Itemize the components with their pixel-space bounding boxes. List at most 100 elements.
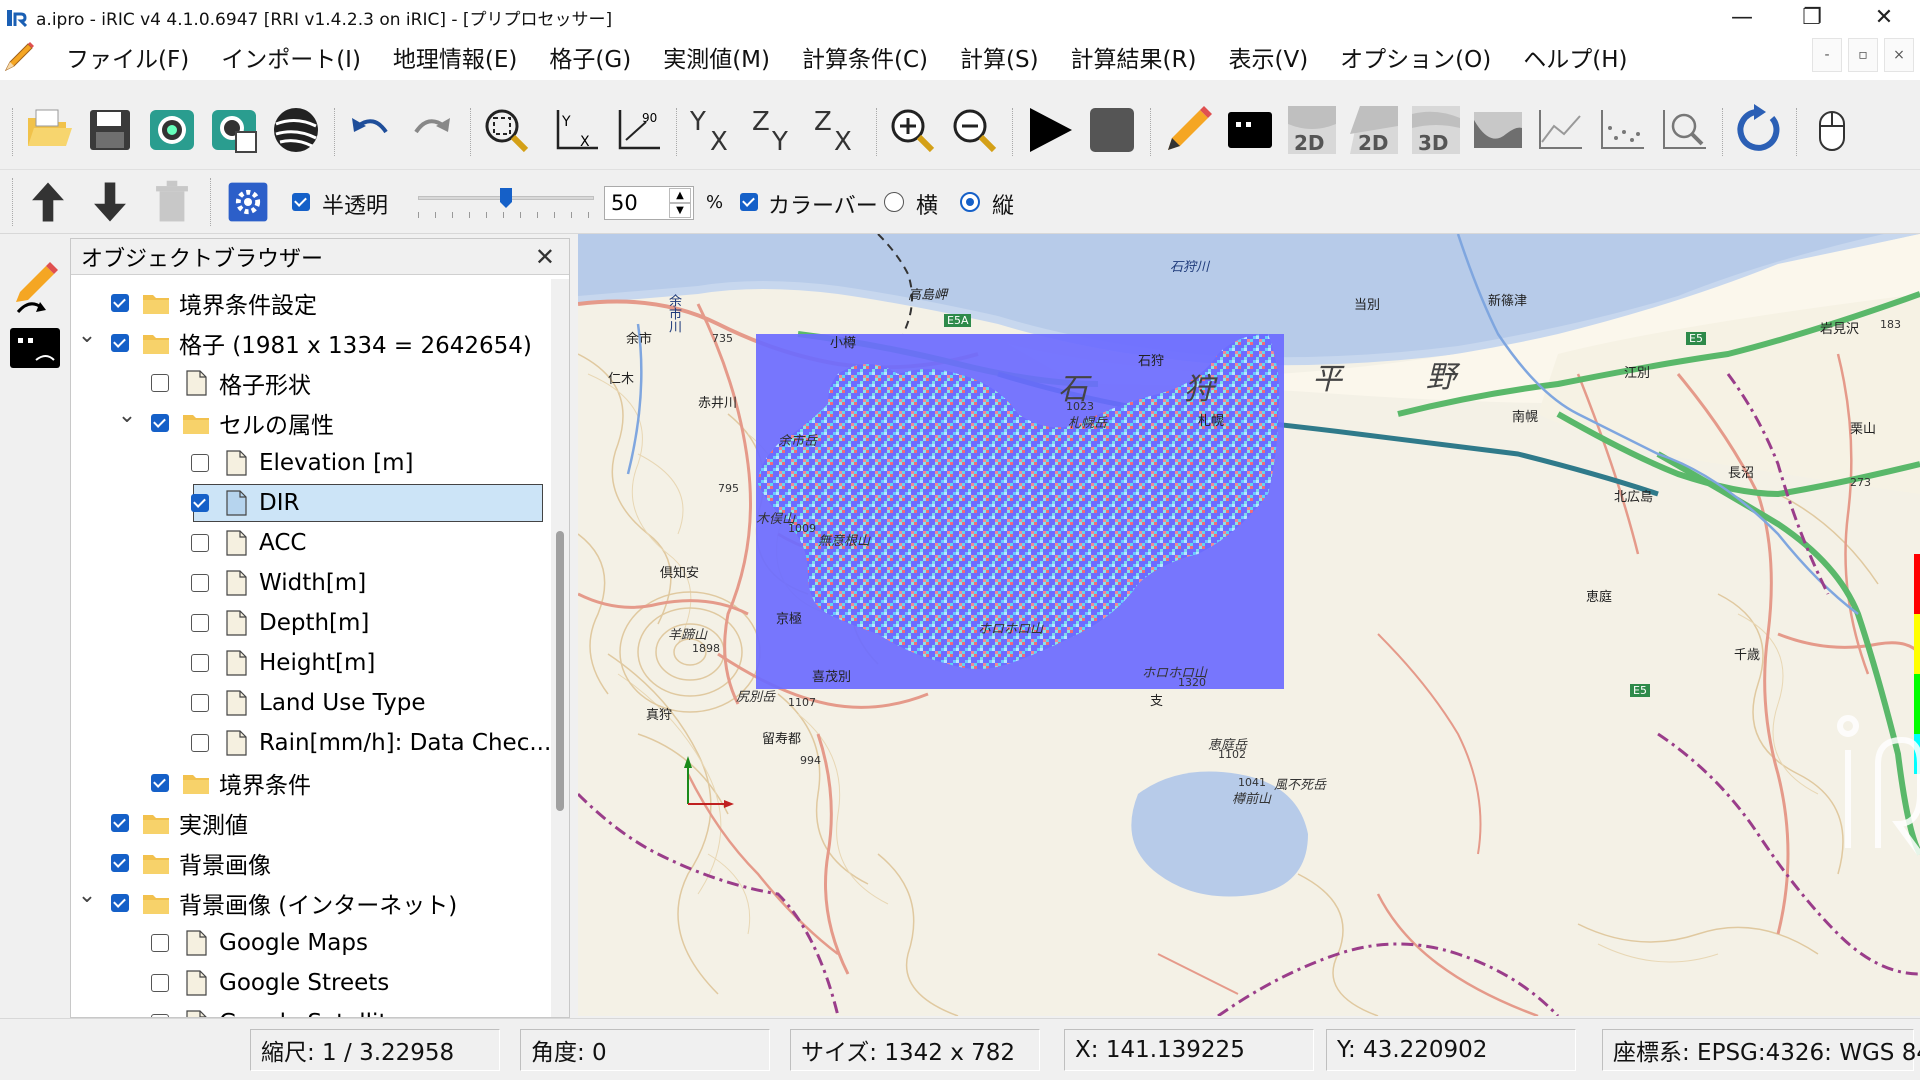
menu-measured[interactable]: 実測値(M)	[663, 40, 770, 74]
axis-yx-button[interactable]: YX	[548, 102, 604, 158]
object-browser-close-button[interactable]: ✕	[535, 243, 555, 271]
edit-tool-button[interactable]	[8, 262, 62, 316]
tree-item[interactable]: 格子形状	[71, 363, 551, 403]
zoom-in-button[interactable]	[884, 102, 940, 158]
tree-item[interactable]: 境界条件	[71, 763, 551, 803]
snapshot-continuous-button[interactable]	[206, 102, 262, 158]
tree-item-checkbox[interactable]	[151, 974, 169, 992]
tree-item[interactable]: Google Maps	[71, 923, 551, 963]
view-zy-button[interactable]: ZY	[748, 102, 804, 158]
tree-item[interactable]: Land Use Type	[71, 683, 551, 723]
tree-item-checkbox[interactable]	[111, 854, 129, 872]
colorbar-checkbox[interactable]	[740, 193, 758, 211]
tree-item-checkbox[interactable]	[111, 894, 129, 912]
tree-item-checkbox[interactable]	[191, 694, 209, 712]
close-button[interactable]: ✕	[1854, 0, 1914, 34]
tree-item[interactable]: Google Satellite	[71, 1003, 551, 1017]
view-zx-button[interactable]: ZX	[810, 102, 866, 158]
transparency-checkbox[interactable]	[292, 193, 310, 211]
tree-item[interactable]: 境界条件設定	[71, 283, 551, 323]
view-2d-bird-button[interactable]: 2D	[1346, 102, 1402, 158]
tree-item-checkbox[interactable]	[151, 934, 169, 952]
move-up-button[interactable]	[22, 176, 74, 228]
slider-thumb[interactable]	[500, 188, 512, 208]
tree-item[interactable]: ACC	[71, 523, 551, 563]
menu-geodata[interactable]: 地理情報(E)	[393, 40, 517, 74]
console-tool-button[interactable]	[8, 326, 62, 372]
graph-line-button[interactable]	[1532, 102, 1588, 158]
rotate-90-button[interactable]: 90	[610, 102, 666, 158]
mouse-help-button[interactable]	[1804, 102, 1860, 158]
horizontal-radio[interactable]	[884, 192, 904, 212]
map-view[interactable]: 石狩川 高島岬 余市川 余市 小樽 仁木 石狩 石 狩 平 野 当別 新篠津 岩…	[578, 234, 1920, 1016]
tree-item-checkbox[interactable]	[151, 1014, 169, 1017]
expand-toggle-icon[interactable]: ⌄	[77, 323, 97, 348]
spin-up-button[interactable]: ▲	[669, 188, 691, 203]
tree-item[interactable]: ⌄ 格子 (1981 x 1334 = 2642654)	[71, 323, 551, 363]
open-button[interactable]	[20, 102, 76, 158]
tree-item[interactable]: Width[m]	[71, 563, 551, 603]
edit-mode-button[interactable]	[1160, 102, 1216, 158]
snapshot-button[interactable]	[144, 102, 200, 158]
expand-toggle-icon[interactable]: ⌄	[117, 403, 137, 428]
tree-item-checkbox[interactable]	[151, 414, 169, 432]
google-earth-button[interactable]	[268, 102, 324, 158]
console-button[interactable]	[1222, 102, 1278, 158]
stop-button[interactable]	[1084, 102, 1140, 158]
menu-import[interactable]: インポート(I)	[221, 40, 361, 74]
tree-item[interactable]: 背景画像	[71, 843, 551, 883]
view-2d-button[interactable]: 2D	[1284, 102, 1340, 158]
tree-item-checkbox[interactable]	[191, 574, 209, 592]
maximize-button[interactable]: ❐	[1782, 0, 1842, 34]
transparency-spinbox[interactable]: 50 ▲ ▼	[604, 186, 694, 220]
vertical-radio[interactable]	[960, 192, 980, 212]
tree-item[interactable]: Depth[m]	[71, 603, 551, 643]
tree-item[interactable]: ⌄ セルの属性	[71, 403, 551, 443]
run-button[interactable]	[1022, 102, 1078, 158]
refresh-button[interactable]	[1730, 102, 1786, 158]
menu-calc-results[interactable]: 計算結果(R)	[1071, 40, 1197, 74]
mdi-close-button[interactable]: ×	[1884, 38, 1914, 72]
tree-item-checkbox[interactable]	[151, 374, 169, 392]
menu-file[interactable]: ファイル(F)	[66, 40, 189, 74]
tree-item-checkbox[interactable]	[191, 654, 209, 672]
tree-item-checkbox[interactable]	[111, 814, 129, 832]
menu-options[interactable]: オプション(O)	[1340, 40, 1491, 74]
tree-item-checkbox[interactable]	[191, 534, 209, 552]
menu-help[interactable]: ヘルプ(H)	[1523, 40, 1627, 74]
tree-item-checkbox[interactable]	[111, 294, 129, 312]
tree-item[interactable]: Elevation [m]	[71, 443, 551, 483]
tree-item[interactable]: 実測値	[71, 803, 551, 843]
view-yx-button[interactable]: YX	[686, 102, 742, 158]
delete-button[interactable]	[146, 176, 198, 228]
tree-item[interactable]: Google Streets	[71, 963, 551, 1003]
tree-item[interactable]: Height[m]	[71, 643, 551, 683]
graph-scatter-button[interactable]	[1594, 102, 1650, 158]
cross-section-button[interactable]	[1470, 102, 1526, 158]
zoom-out-button[interactable]	[946, 102, 1002, 158]
transparency-slider[interactable]	[418, 188, 594, 218]
graph-probe-button[interactable]	[1656, 102, 1712, 158]
menu-calc-conditions[interactable]: 計算条件(C)	[802, 40, 928, 74]
redo-button[interactable]	[404, 102, 460, 158]
menu-grid[interactable]: 格子(G)	[549, 40, 631, 74]
tree-item-checkbox[interactable]	[191, 454, 209, 472]
view-3d-button[interactable]: 3D	[1408, 102, 1464, 158]
tree-item[interactable]: Rain[mm/h]: Data Chec...	[71, 723, 551, 763]
menu-view[interactable]: 表示(V)	[1228, 40, 1308, 74]
fit-view-button[interactable]	[478, 102, 534, 158]
minimize-button[interactable]: —	[1712, 0, 1772, 34]
tree-item-checkbox[interactable]	[151, 774, 169, 792]
menu-simulation[interactable]: 計算(S)	[960, 40, 1039, 74]
undo-button[interactable]	[342, 102, 398, 158]
tree-item-checkbox[interactable]	[191, 494, 209, 512]
move-down-button[interactable]	[84, 176, 136, 228]
tree-scrollbar[interactable]	[551, 279, 569, 1017]
property-button[interactable]	[222, 176, 274, 228]
expand-toggle-icon[interactable]: ⌄	[77, 883, 97, 908]
tree-item-checkbox[interactable]	[191, 614, 209, 632]
mdi-restore-button[interactable]: ▫	[1848, 38, 1878, 72]
save-button[interactable]	[82, 102, 138, 158]
tree-item-checkbox[interactable]	[191, 734, 209, 752]
tree-scrollbar-thumb[interactable]	[556, 531, 564, 811]
